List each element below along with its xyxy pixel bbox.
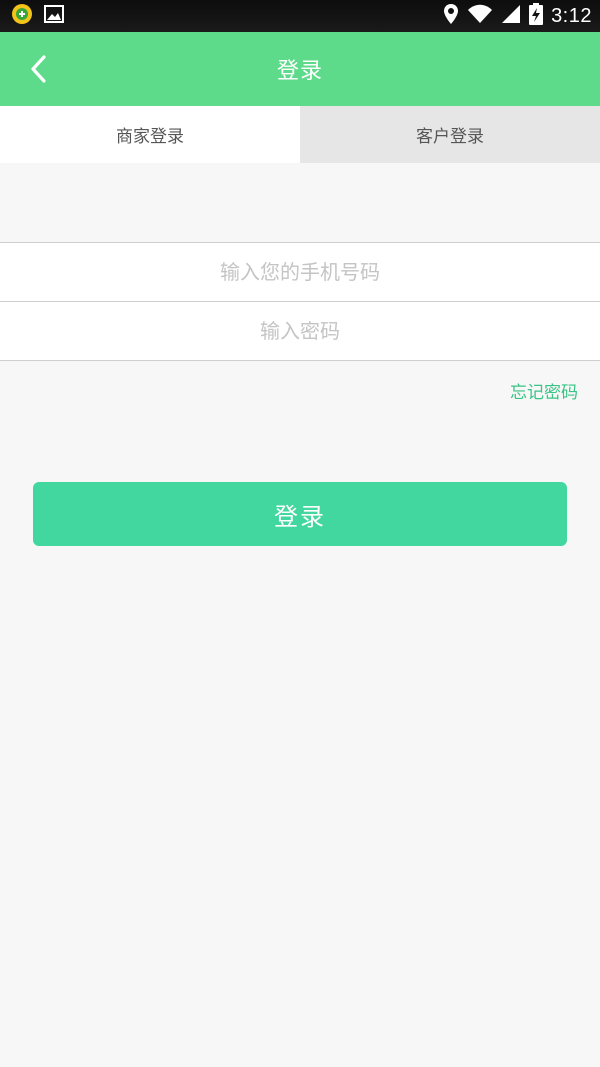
login-form-fields <box>0 242 600 361</box>
status-notifications <box>10 3 64 29</box>
cellular-signal-icon <box>501 4 521 28</box>
forgot-password-link[interactable]: 忘记密码 <box>510 378 578 404</box>
battery-charging-icon <box>529 3 544 29</box>
tab-merchant-login[interactable]: 商家登录 <box>0 106 300 163</box>
status-time: 3:12 <box>551 4 592 27</box>
login-button[interactable]: 登录 <box>33 482 567 546</box>
status-indicators: 3:12 <box>443 0 592 32</box>
tab-customer-login[interactable]: 客户登录 <box>300 106 600 163</box>
wifi-icon <box>467 4 493 28</box>
status-bar: 3:12 <box>0 0 600 32</box>
location-pin-icon <box>443 3 459 29</box>
password-input[interactable] <box>0 302 600 360</box>
app-notification-icon <box>10 3 34 29</box>
image-notification-icon <box>44 5 64 27</box>
login-type-tabs: 商家登录 客户登录 <box>0 106 600 163</box>
page-title: 登录 <box>276 59 323 84</box>
login-screen: 3:12 登录 商家登录 客户登录 忘记密码 登录 <box>0 0 600 1067</box>
app-header: 登录 <box>0 32 600 106</box>
phone-input[interactable] <box>0 243 600 301</box>
